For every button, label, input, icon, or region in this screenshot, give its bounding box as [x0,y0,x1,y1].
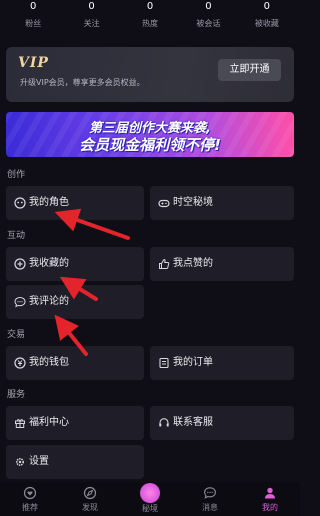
stat-value: 0 [205,1,212,12]
stat-value: 0 [30,1,37,12]
stat-value: 0 [263,1,271,12]
my-wallet-label: 我的钱包 [29,357,69,368]
stat-value: 0 [88,1,95,12]
nav-recommend-label: 推荐 [22,503,38,512]
my-wallet-button[interactable]: 我的钱包 [6,346,144,380]
user-icon [265,487,275,499]
contest-banner[interactable]: 第三届创作大赛来袭, 会员现金福利领不停! [6,112,294,157]
mascot-icon [140,483,160,503]
my-roles-label: 我的角色 [29,197,69,208]
nav-mine[interactable]: 我的 [245,482,295,516]
stat-following[interactable]: 0 关注 [62,0,120,34]
vip-card[interactable]: VIP 升级VIP会员，尊享更多会员权益。 立即开通 [6,47,294,102]
stat-favorited[interactable]: 0 被收藏 [238,0,296,34]
gear-icon [15,457,25,467]
add-circle-icon [14,258,26,270]
welfare-center-button[interactable]: 福利中心 [6,406,144,440]
stat-label: 被会话 [196,19,221,28]
contact-support-label: 联系客服 [173,417,213,428]
nav-secret[interactable]: 秘境 [125,482,175,516]
vip-open-button[interactable]: 立即开通 [218,59,281,81]
message-icon [204,487,216,499]
settings-button[interactable]: 设置 [6,445,144,479]
comment-icon [14,296,26,308]
vip-logo: VIP [18,55,49,71]
time-realm-button[interactable]: 时空秘境 [150,186,294,220]
nav-secret-label: 秘境 [142,504,158,513]
my-orders-button[interactable]: 我的订单 [150,346,294,380]
stat-heat[interactable]: 0 热度 [121,0,179,34]
stat-fans[interactable]: 0 粉丝 [4,0,62,34]
my-likes-label: 我点赞的 [173,258,213,269]
my-comments-button[interactable]: 我评论的 [6,285,144,319]
recommend-icon [23,486,37,500]
stat-label: 热度 [142,19,159,28]
my-roles-button[interactable]: 我的角色 [6,186,144,220]
stat-chatted[interactable]: 0 被会话 [179,0,237,34]
bottom-nav: 推荐 发现 秘境 消息 我的 [0,482,300,516]
nav-mine-label: 我的 [262,503,278,512]
settings-label: 设置 [29,456,49,467]
stat-label: 被收藏 [254,19,279,28]
stat-label: 关注 [83,19,100,28]
role-icon [14,197,26,209]
section-title-create: 创作 [7,170,26,180]
section-title-service: 服务 [7,390,26,400]
nav-discover-label: 发现 [82,503,98,512]
my-favorites-label: 我收藏的 [29,258,69,269]
nav-recommend[interactable]: 推荐 [5,482,55,516]
welfare-center-label: 福利中心 [29,417,69,428]
nav-messages-label: 消息 [202,503,218,512]
nav-messages[interactable]: 消息 [185,482,235,516]
thumbs-up-icon [159,258,170,269]
vip-description: 升级VIP会员，尊享更多会员权益。 [20,78,145,87]
stat-label: 粉丝 [25,19,42,28]
gamepad-icon [158,199,170,208]
order-icon [159,357,169,369]
discover-icon [83,486,97,500]
my-orders-label: 我的订单 [173,357,213,368]
time-realm-label: 时空秘境 [173,197,213,208]
section-title-trade: 交易 [7,330,26,340]
stat-value: 0 [146,1,154,12]
nav-discover[interactable]: 发现 [65,482,115,516]
contact-support-button[interactable]: 联系客服 [150,406,294,440]
section-title-interact: 互动 [7,231,26,241]
stats-row: 0 粉丝 0 关注 0 热度 0 被会话 0 被收藏 [0,0,300,34]
my-likes-button[interactable]: 我点赞的 [150,247,294,281]
my-comments-label: 我评论的 [29,296,69,307]
banner-subline: 会员现金福利领不停! [79,136,221,154]
wallet-icon [14,357,26,369]
my-favorites-button[interactable]: 我收藏的 [6,247,144,281]
headset-icon [159,418,169,427]
gift-icon [15,419,25,428]
